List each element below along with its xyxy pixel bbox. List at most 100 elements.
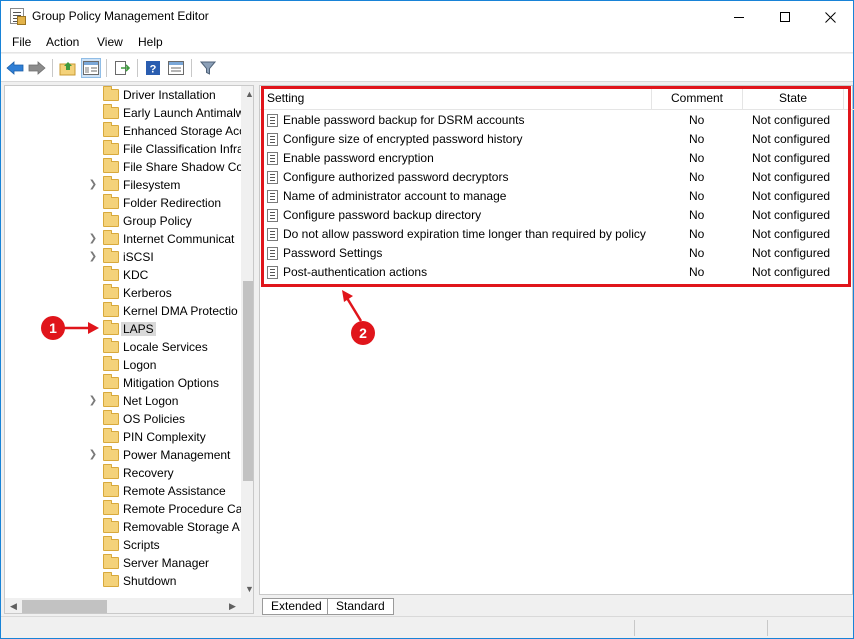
menu-help[interactable]: Help (136, 35, 165, 49)
back-button[interactable] (5, 58, 25, 78)
scroll-right-icon[interactable]: ▶ (224, 598, 241, 613)
setting-name: Do not allow password expiration time lo… (283, 227, 646, 241)
show-hide-tree-icon (83, 61, 99, 75)
chevron-right-icon[interactable]: ❯ (88, 233, 98, 244)
tree-item-label: Net Logon (123, 394, 179, 408)
tree-item[interactable]: Recovery (5, 464, 238, 482)
tree-item[interactable]: Remote Procedure Ca (5, 500, 242, 518)
tree-item[interactable]: ❯ Power Management (5, 446, 238, 464)
table-row[interactable]: Post-authentication actions No Not configu… (260, 263, 854, 282)
minimize-button[interactable] (716, 1, 762, 31)
setting-state: Not configured (752, 208, 831, 222)
tree-item[interactable]: KDC (5, 266, 238, 284)
table-row[interactable]: Password Settings No Not configured (260, 244, 854, 263)
properties-button[interactable] (166, 58, 186, 78)
maximize-button[interactable] (762, 1, 808, 31)
folder-icon (103, 212, 119, 227)
tree-item[interactable]: Early Launch Antimalw (5, 104, 244, 122)
chevron-right-icon[interactable]: ❯ (88, 251, 98, 262)
tree-item[interactable]: PIN Complexity (5, 428, 238, 446)
tree-item[interactable]: Server Manager (5, 554, 238, 572)
menu-action[interactable]: Action (44, 35, 81, 49)
tree-item[interactable]: Driver Installation (5, 86, 238, 104)
tree-item[interactable]: Locale Services (5, 338, 238, 356)
scroll-thumb[interactable] (22, 600, 107, 613)
properties-icon (168, 61, 184, 75)
tree-item[interactable]: Group Policy (5, 212, 238, 230)
column-header-comment[interactable]: Comment (652, 86, 743, 110)
scrollbar-corner (241, 598, 253, 613)
chevron-right-icon[interactable]: ❯ (88, 179, 98, 190)
tree-item[interactable]: ❯ Filesystem (5, 176, 238, 194)
setting-comment: No (689, 170, 705, 184)
tree-item-label: Recovery (123, 466, 174, 480)
tab-standard[interactable]: Standard (327, 598, 394, 615)
menu-view[interactable]: View (95, 35, 125, 49)
tree-item-label: Driver Installation (123, 88, 216, 102)
tree-item[interactable]: Shutdown (5, 572, 238, 590)
tree-horizontal-scrollbar[interactable]: ◀ ▶ (5, 598, 241, 613)
tree-item[interactable]: ❯ Net Logon (5, 392, 238, 410)
tree-item[interactable]: Folder Redirection (5, 194, 238, 212)
scroll-down-icon[interactable]: ▼ (241, 581, 253, 598)
folder-icon (103, 320, 119, 335)
tree-item[interactable]: ❯ iSCSI (5, 248, 238, 266)
chevron-right-icon[interactable]: ❯ (88, 449, 98, 460)
up-one-level-button[interactable] (58, 58, 78, 78)
chevron-right-icon[interactable]: ❯ (88, 395, 98, 406)
policy-setting-icon (267, 114, 278, 127)
settings-list-pane: Setting Comment State Enable password ba… (259, 85, 854, 595)
tree-vertical-scrollbar[interactable]: ▲ ▼ (241, 86, 253, 598)
tree-item-label: OS Policies (123, 412, 186, 426)
tree-item-label: Remote Assistance (123, 484, 226, 498)
table-row[interactable]: Enable password encryption No Not configur… (260, 149, 854, 168)
tree-item[interactable]: Mitigation Options (5, 374, 238, 392)
column-header-setting[interactable]: Setting (260, 86, 652, 110)
scroll-left-icon[interactable]: ◀ (5, 598, 22, 613)
tree-item[interactable]: File Share Shadow Co (5, 158, 243, 176)
export-list-button[interactable] (112, 58, 132, 78)
folder-icon (103, 482, 119, 497)
tree-item[interactable]: Kerberos (5, 284, 238, 302)
close-button[interactable] (807, 1, 853, 31)
tree-item[interactable]: OS Policies (5, 410, 238, 428)
show-hide-tree-button[interactable] (81, 58, 101, 78)
tree-item[interactable]: Removable Storage A (5, 518, 240, 536)
filter-button[interactable] (198, 58, 218, 78)
tree-item-label: Kernel DMA Protectio (123, 304, 238, 318)
menu-file[interactable]: File (10, 35, 33, 49)
tree-item[interactable]: ❯ Internet Communicat (5, 230, 238, 248)
tree-item[interactable]: LAPS (5, 320, 238, 338)
help-icon: ? (146, 61, 160, 76)
table-row[interactable]: Do not allow password expiration time lo… (260, 225, 854, 244)
folder-icon (103, 266, 119, 281)
tree-item[interactable]: Enhanced Storage Acc (5, 122, 245, 140)
table-row[interactable]: Name of administrator account to manage N… (260, 187, 854, 206)
setting-name: Password Settings (283, 246, 383, 260)
scroll-thumb[interactable] (243, 281, 253, 481)
forward-button[interactable] (27, 58, 47, 78)
setting-state: Not configured (752, 113, 831, 127)
folder-icon (103, 572, 119, 587)
column-header-state[interactable]: State (743, 86, 844, 110)
tree-item[interactable]: Remote Assistance (5, 482, 238, 500)
tree-item[interactable]: Scripts (5, 536, 238, 554)
tree-item[interactable]: File Classification Infra (5, 140, 244, 158)
scroll-up-icon[interactable]: ▲ (241, 86, 253, 103)
tree-item-label: Kerberos (123, 286, 172, 300)
table-row[interactable]: Configure authorized password decryptors… (260, 168, 854, 187)
table-row[interactable]: Configure size of encrypted password his… (260, 130, 854, 149)
tree-item[interactable]: Kernel DMA Protectio (5, 302, 238, 320)
table-row[interactable]: Configure password backup directory No Not… (260, 206, 854, 225)
setting-comment: No (689, 132, 705, 146)
folder-icon (103, 392, 119, 407)
tree-item[interactable]: Logon (5, 356, 238, 374)
table-row[interactable]: Enable password backup for DSRM accounts… (260, 111, 854, 130)
tab-extended[interactable]: Extended (262, 598, 331, 615)
help-button[interactable]: ? (143, 58, 163, 78)
gpo-editor-app-icon (10, 8, 26, 25)
annotation-arrow-1 (63, 322, 99, 334)
minimize-icon (734, 16, 744, 18)
tree-item-label: Removable Storage A (123, 520, 240, 534)
tree-pane: Driver Installation Early Launch Antimalw… (4, 85, 254, 614)
